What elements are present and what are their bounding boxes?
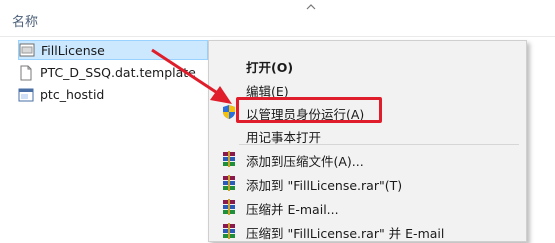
annotation-arrow-icon: [151, 48, 232, 104]
